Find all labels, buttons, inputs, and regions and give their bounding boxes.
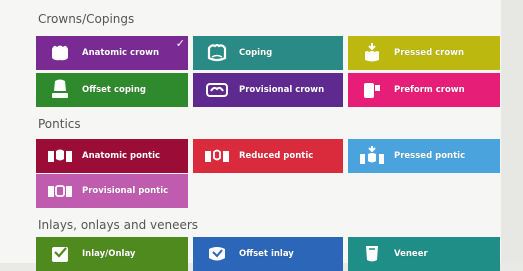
tile-veneer[interactable]: Veneer xyxy=(348,237,500,271)
section-title-crowns: Crowns/Copings xyxy=(38,12,135,26)
tile-label: Offset coping xyxy=(82,85,146,95)
tile-label: Anatomic pontic xyxy=(82,151,161,161)
section-title-inlays: Inlays, onlays and veneers xyxy=(38,218,199,232)
provisional-pontic-icon xyxy=(46,179,74,203)
tile-provisional-pontic[interactable]: Provisional pontic xyxy=(36,174,188,208)
tile-preform-crown[interactable]: Preform crown xyxy=(348,73,500,107)
tile-offset-inlay[interactable]: Offset inlay xyxy=(193,237,343,271)
pressed-crown-icon xyxy=(358,41,386,65)
provisional-crown-icon xyxy=(203,78,231,102)
selected-check-icon: ✓ xyxy=(175,37,185,50)
tile-label: Anatomic crown xyxy=(82,48,160,58)
tile-label: Inlay/Onlay xyxy=(82,249,136,259)
inlay-onlay-icon xyxy=(46,242,74,266)
offset-inlay-icon xyxy=(203,242,231,266)
tile-anatomic-pontic[interactable]: Anatomic pontic xyxy=(36,139,188,173)
tile-provisional-crown[interactable]: Provisional crown xyxy=(193,73,343,107)
tile-pressed-pontic[interactable]: Pressed pontic xyxy=(348,139,500,173)
offset-coping-icon xyxy=(46,78,74,102)
tile-label: Provisional pontic xyxy=(82,186,169,196)
tile-label: Coping xyxy=(239,48,273,58)
panel-edge xyxy=(501,0,523,271)
tile-label: Pressed crown xyxy=(394,48,465,58)
tile-label: Reduced pontic xyxy=(239,151,314,161)
preform-crown-icon xyxy=(358,78,386,102)
pressed-pontic-icon xyxy=(358,144,386,168)
tile-offset-coping[interactable]: Offset coping xyxy=(36,73,188,107)
tile-coping[interactable]: Coping xyxy=(193,36,343,70)
anatomic-pontic-icon xyxy=(46,144,74,168)
reduced-pontic-icon xyxy=(203,144,231,168)
tile-pressed-crown[interactable]: Pressed crown xyxy=(348,36,500,70)
tile-label: Preform crown xyxy=(394,85,465,95)
veneer-icon xyxy=(358,242,386,266)
tile-label: Veneer xyxy=(394,249,428,259)
tile-inlay-onlay[interactable]: Inlay/Onlay xyxy=(36,237,188,271)
tile-anatomic-crown[interactable]: Anatomic crown ✓ xyxy=(36,36,188,70)
section-title-pontics: Pontics xyxy=(38,117,81,131)
coping-icon xyxy=(203,41,231,65)
tile-label: Pressed pontic xyxy=(394,151,466,161)
anatomic-crown-icon xyxy=(46,41,74,65)
tile-label: Offset inlay xyxy=(239,249,294,259)
tile-label: Provisional crown xyxy=(239,85,325,95)
tile-reduced-pontic[interactable]: Reduced pontic xyxy=(193,139,343,173)
